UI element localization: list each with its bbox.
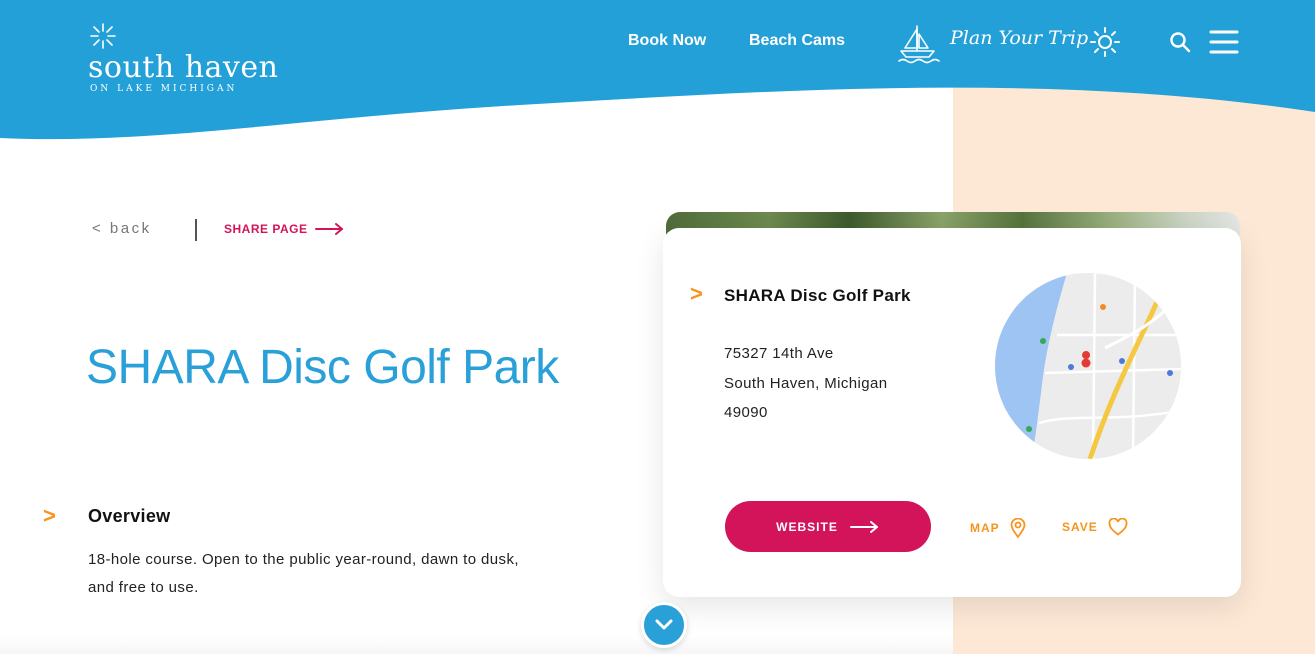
map-link-label: MAP: [970, 521, 1000, 535]
website-button-label: WEBSITE: [776, 519, 838, 534]
nav-book-now[interactable]: Book Now: [628, 32, 706, 50]
scroll-down-button[interactable]: [641, 602, 687, 648]
breadcrumb-divider: [195, 219, 197, 241]
overview-heading: Overview: [88, 506, 171, 526]
location-map[interactable]: [995, 273, 1181, 459]
map-link[interactable]: MAP: [970, 518, 1026, 538]
address-city-state: South Haven, Michigan: [724, 375, 888, 392]
map-pin-icon: [1010, 518, 1026, 538]
share-page-link[interactable]: SHARE PAGE: [224, 222, 345, 236]
save-link-label: SAVE: [1062, 520, 1098, 534]
search-icon[interactable]: [1169, 31, 1191, 53]
share-page-label: SHARE PAGE: [224, 222, 308, 236]
section-divider: [0, 636, 953, 654]
map-graphic: [995, 273, 1181, 459]
arrow-right-icon: [849, 520, 878, 533]
heart-icon: [1108, 518, 1128, 536]
page-title: SHARA Disc Golf Park: [86, 341, 559, 394]
chevron-right-icon: >: [690, 281, 703, 306]
nav-plan-your-trip[interactable]: Plan Your Trip: [950, 27, 1088, 49]
arrow-right-icon: [315, 223, 344, 235]
menu-icon[interactable]: [1208, 28, 1240, 56]
sunburst-logo-icon: [90, 23, 116, 49]
chevron-down-icon: [655, 619, 673, 630]
overview-text: 18-hole course. Open to the public year-…: [88, 551, 519, 596]
sailboat-icon: [898, 25, 940, 64]
address-street: 75327 14th Ave: [724, 345, 834, 362]
website-button[interactable]: WEBSITE: [725, 501, 931, 552]
listing-name: SHARA Disc Golf Park: [724, 286, 911, 305]
logo-title: south haven: [88, 50, 279, 85]
back-link[interactable]: < back: [92, 220, 152, 237]
sun-icon[interactable]: [1090, 27, 1120, 57]
chevron-right-icon: >: [43, 503, 56, 528]
address-zip: 49090: [724, 404, 768, 421]
nav-beach-cams[interactable]: Beach Cams: [749, 32, 845, 50]
logo-subtitle: ON LAKE MICHIGAN: [90, 84, 238, 94]
save-link[interactable]: SAVE: [1062, 518, 1128, 536]
